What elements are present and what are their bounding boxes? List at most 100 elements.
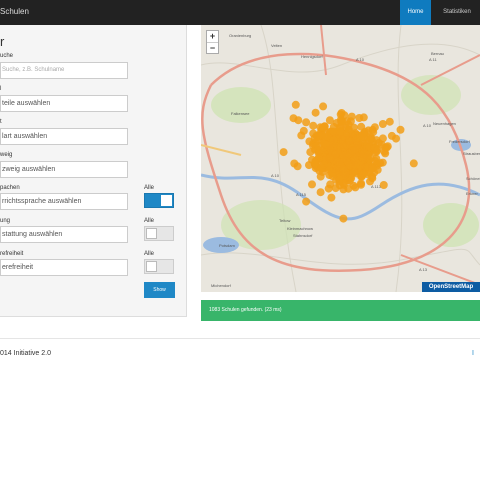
- school-marker[interactable]: [363, 162, 372, 171]
- filter-panel: r uche Suche, z.B. Schulname l teile aus…: [0, 25, 187, 317]
- school-marker[interactable]: [327, 193, 336, 202]
- school-marker[interactable]: [294, 116, 303, 125]
- school-marker[interactable]: [335, 181, 344, 190]
- school-marker[interactable]: [314, 132, 323, 141]
- school-marker[interactable]: [359, 169, 368, 178]
- school-marker[interactable]: [325, 154, 334, 163]
- school-marker[interactable]: [383, 142, 392, 151]
- nav-statistiken[interactable]: Statistiken: [434, 0, 480, 25]
- school-marker[interactable]: [350, 155, 359, 164]
- school-marker[interactable]: [302, 118, 311, 127]
- school-marker[interactable]: [355, 114, 364, 122]
- school-marker[interactable]: [339, 151, 348, 160]
- map-label: Oranienburg: [229, 33, 251, 38]
- school-marker[interactable]: [311, 108, 320, 117]
- map-label: Michendorf: [211, 283, 232, 288]
- school-marker[interactable]: [409, 159, 418, 168]
- school-marker[interactable]: [371, 144, 380, 153]
- school-marker[interactable]: [309, 121, 318, 130]
- school-marker[interactable]: [349, 168, 358, 177]
- school-marker[interactable]: [311, 159, 320, 168]
- map-label: Fredersdorf: [449, 139, 471, 144]
- school-markers[interactable]: [279, 100, 418, 223]
- zoom-out-button[interactable]: −: [207, 42, 218, 53]
- label-zweig: weig: [0, 152, 13, 158]
- panel-title: r: [0, 34, 5, 49]
- barrierefreiheit-select[interactable]: erefreiheit: [0, 259, 128, 276]
- school-marker[interactable]: [318, 123, 327, 132]
- nav-home[interactable]: Home: [400, 0, 431, 25]
- map-label: Schöneiche: [466, 176, 480, 181]
- sprache-select[interactable]: rrichtssprache auswählen: [0, 193, 128, 210]
- map-label: Strausberg: [463, 151, 480, 156]
- school-marker[interactable]: [368, 174, 377, 183]
- school-marker[interactable]: [396, 125, 405, 134]
- map-label: Kleinmachnow: [287, 226, 313, 231]
- map-label: Teltow: [279, 218, 290, 223]
- school-marker[interactable]: [330, 169, 339, 178]
- school-marker[interactable]: [325, 142, 334, 151]
- school-marker[interactable]: [316, 188, 325, 197]
- school-marker[interactable]: [339, 214, 348, 223]
- school-marker[interactable]: [308, 180, 316, 189]
- map-label: A 115: [296, 192, 307, 197]
- navbar: Schulen Home Statistiken: [0, 0, 480, 25]
- osm-attribution[interactable]: OpenStreetMap: [422, 282, 480, 292]
- school-marker[interactable]: [299, 126, 308, 135]
- toggle-knob: [161, 195, 172, 206]
- school-marker[interactable]: [378, 120, 387, 128]
- school-marker[interactable]: [385, 117, 394, 126]
- zoom-in-button[interactable]: +: [207, 31, 218, 42]
- barrierefreiheit-toggle[interactable]: [144, 259, 174, 274]
- map-label: A 10: [356, 57, 365, 62]
- school-marker[interactable]: [315, 146, 324, 155]
- school-marker[interactable]: [378, 134, 387, 143]
- school-marker[interactable]: [365, 135, 374, 144]
- label-sprachen: pachen: [0, 185, 20, 191]
- school-marker[interactable]: [325, 116, 334, 125]
- school-marker[interactable]: [357, 180, 365, 189]
- zoom-control: + −: [206, 30, 219, 54]
- school-marker[interactable]: [340, 111, 349, 120]
- school-marker[interactable]: [323, 132, 331, 141]
- school-map[interactable]: Oranienburg Velten Hennigsdorf Falkensee Pot…: [201, 25, 480, 292]
- school-marker[interactable]: [353, 141, 362, 150]
- bezirk-select[interactable]: teile auswählen: [0, 95, 128, 112]
- school-marker[interactable]: [319, 102, 328, 111]
- school-marker[interactable]: [290, 159, 299, 168]
- result-message: 1083 Schulen gefunden. (23 ms): [201, 300, 480, 321]
- ausstattung-select[interactable]: stattung auswählen: [0, 226, 128, 243]
- school-marker[interactable]: [291, 100, 300, 109]
- school-marker[interactable]: [339, 164, 348, 173]
- school-marker[interactable]: [306, 148, 315, 157]
- map-label: Stahnsdorf: [293, 233, 313, 238]
- alle-label-sprache: Alle: [144, 185, 155, 191]
- map-label: Velten: [271, 43, 282, 48]
- show-button[interactable]: Show: [144, 282, 175, 298]
- map-label: A 10: [423, 123, 432, 128]
- school-marker[interactable]: [359, 154, 367, 163]
- map-canvas[interactable]: Oranienburg Velten Hennigsdorf Falkensee Pot…: [201, 25, 480, 292]
- footer-link[interactable]: I: [472, 350, 474, 357]
- school-marker[interactable]: [349, 123, 358, 132]
- zweig-select[interactable]: zweig auswählen: [0, 161, 128, 178]
- school-marker[interactable]: [315, 166, 324, 175]
- school-marker[interactable]: [369, 128, 378, 137]
- school-marker[interactable]: [376, 159, 385, 168]
- school-marker[interactable]: [335, 131, 344, 139]
- schulart-select[interactable]: lart auswählen: [0, 128, 128, 145]
- label-suche: uche: [0, 53, 14, 59]
- school-marker[interactable]: [387, 131, 396, 140]
- ausstattung-toggle[interactable]: [144, 226, 174, 241]
- map-label: A 11: [429, 57, 437, 62]
- sprache-toggle[interactable]: [144, 193, 174, 208]
- map-label: Falkensee: [231, 111, 250, 116]
- school-marker[interactable]: [302, 197, 311, 206]
- school-marker[interactable]: [358, 130, 367, 139]
- school-marker[interactable]: [279, 148, 288, 157]
- search-input[interactable]: Suche, z.B. Schulname: [0, 62, 128, 79]
- label-bezirk: l: [0, 86, 2, 92]
- footer-text: 014 Initiative 2.0: [0, 350, 51, 357]
- brand-title[interactable]: Schulen: [0, 7, 29, 16]
- school-marker[interactable]: [379, 181, 388, 189]
